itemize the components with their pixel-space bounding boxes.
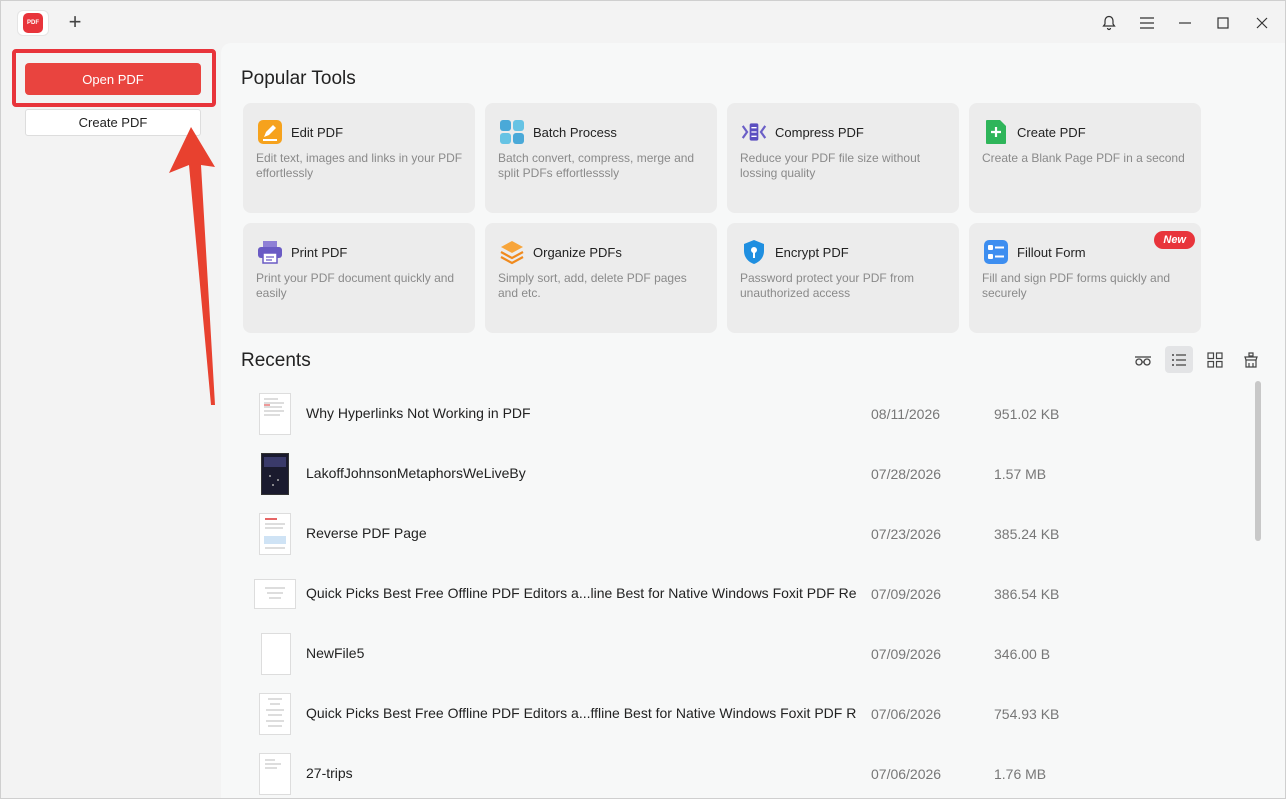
organize-icon <box>499 239 525 265</box>
tool-card-print-pdf[interactable]: Print PDF Print your PDF document quickl… <box>243 223 475 333</box>
recent-file-row[interactable]: Quick Picks Best Free Offline PDF Editor… <box>221 684 1251 744</box>
recent-file-row[interactable]: 27-trips 07/06/2026 1.76 MB <box>221 744 1251 798</box>
file-thumbnail <box>261 453 289 495</box>
new-tab-button[interactable]: + <box>65 11 85 33</box>
tool-card-organize-pdfs[interactable]: Organize PDFs Simply sort, add, delete P… <box>485 223 717 333</box>
file-date: 07/06/2026 <box>871 766 942 782</box>
recent-file-row[interactable]: Reverse PDF Page 07/23/2026 385.24 KB <box>221 504 1251 564</box>
form-icon <box>983 239 1009 265</box>
file-thumbnail <box>259 393 291 435</box>
pdf-logo-icon: PDF <box>23 13 43 33</box>
recent-file-row[interactable]: Quick Picks Best Free Offline PDF Editor… <box>221 564 1251 624</box>
tool-description: Fill and sign PDF forms quickly and secu… <box>982 271 1171 300</box>
file-name: LakoffJohnsonMetaphorsWeLiveBy <box>306 465 526 481</box>
encrypt-icon <box>741 239 767 265</box>
file-name: NewFile5 <box>306 645 365 661</box>
tool-card-create-pdf[interactable]: Create PDF Create a Blank Page PDF in a … <box>969 103 1201 213</box>
print-icon <box>257 239 283 265</box>
open-pdf-button[interactable]: Open PDF <box>25 63 201 95</box>
tool-description: Create a Blank Page PDF in a second <box>982 151 1185 165</box>
file-name: Quick Picks Best Free Offline PDF Editor… <box>306 585 856 601</box>
clear-recents-icon[interactable] <box>1237 346 1265 373</box>
file-name: Quick Picks Best Free Offline PDF Editor… <box>306 705 856 721</box>
tool-description: Edit text, images and links in your PDF … <box>256 151 463 180</box>
file-date: 07/28/2026 <box>871 466 942 482</box>
file-size: 951.02 KB <box>994 406 1060 422</box>
tool-card-edit-pdf[interactable]: Edit PDF Edit text, images and links in … <box>243 103 475 213</box>
glasses-view-icon[interactable] <box>1129 346 1157 373</box>
red-arrow-annotation <box>169 127 215 405</box>
tool-description: Password protect your PDF from unauthori… <box>740 271 915 300</box>
file-date: 07/06/2026 <box>871 706 942 722</box>
file-date: 08/11/2026 <box>871 406 941 422</box>
close-icon[interactable] <box>1251 12 1273 34</box>
new-badge: New <box>1154 231 1195 249</box>
file-date: 07/09/2026 <box>871 646 942 662</box>
tool-name: Encrypt PDF <box>775 245 849 260</box>
file-size: 346.00 B <box>994 646 1051 662</box>
tool-card-fillout-form[interactable]: Fillout Form Fill and sign PDF forms qui… <box>969 223 1201 333</box>
compress-icon <box>741 119 767 145</box>
file-thumbnail <box>259 753 291 795</box>
list-view-icon[interactable] <box>1165 346 1193 373</box>
tool-name: Create PDF <box>1017 125 1086 140</box>
recents-scrollbar[interactable] <box>1255 381 1261 541</box>
grid-view-icon[interactable] <box>1201 346 1229 373</box>
file-thumbnail <box>254 579 296 609</box>
batch-icon <box>499 119 525 145</box>
maximize-icon[interactable] <box>1212 12 1234 34</box>
app-window: PDF + Open PDF Create PDF Popular Tools <box>0 0 1286 799</box>
file-date: 07/23/2026 <box>871 526 942 542</box>
minimize-icon[interactable] <box>1174 12 1196 34</box>
create-icon <box>983 119 1009 145</box>
tool-name: Batch Process <box>533 125 617 140</box>
file-size: 754.93 KB <box>994 706 1060 722</box>
file-size: 385.24 KB <box>994 526 1060 542</box>
tool-description: Reduce your PDF file size without lossin… <box>740 151 921 180</box>
tool-description: Batch convert, compress, merge and split… <box>498 151 695 180</box>
recent-file-row[interactable]: LakoffJohnsonMetaphorsWeLiveBy 07/28/202… <box>221 444 1251 504</box>
file-thumbnail <box>261 633 291 675</box>
tool-name: Fillout Form <box>1017 245 1086 260</box>
main-panel: Popular Tools Edit PDF Edit text, images… <box>221 43 1285 798</box>
file-size: 386.54 KB <box>994 586 1060 602</box>
file-thumbnail <box>259 513 291 555</box>
recents-heading: Recents <box>241 350 311 371</box>
tool-name: Print PDF <box>291 245 348 260</box>
file-date: 07/09/2026 <box>871 586 942 602</box>
edit-icon <box>257 119 283 145</box>
app-logo[interactable]: PDF <box>17 10 49 36</box>
menu-icon[interactable] <box>1136 12 1158 34</box>
popular-tools-heading: Popular Tools <box>241 68 356 89</box>
recent-file-row[interactable]: NewFile5 07/09/2026 346.00 B <box>221 624 1251 684</box>
recent-file-row[interactable]: Why Hyperlinks Not Working in PDF 08/11/… <box>221 384 1251 444</box>
tool-card-batch-process[interactable]: Batch Process Batch convert, compress, m… <box>485 103 717 213</box>
tool-name: Compress PDF <box>775 125 864 140</box>
tool-name: Organize PDFs <box>533 245 622 260</box>
tool-description: Simply sort, add, delete PDF pages and e… <box>498 271 687 300</box>
file-size: 1.76 MB <box>994 766 1047 782</box>
file-name: 27-trips <box>306 765 353 781</box>
notification-bell-icon[interactable] <box>1098 12 1120 34</box>
file-thumbnail <box>259 693 291 735</box>
file-name: Why Hyperlinks Not Working in PDF <box>306 405 531 421</box>
tool-card-compress-pdf[interactable]: Compress PDF Reduce your PDF file size w… <box>727 103 959 213</box>
title-bar: PDF + <box>1 1 1285 43</box>
tool-name: Edit PDF <box>291 125 344 140</box>
tool-description: Print your PDF document quickly and easi… <box>256 271 455 300</box>
file-name: Reverse PDF Page <box>306 525 427 541</box>
tool-card-encrypt-pdf[interactable]: Encrypt PDF Password protect your PDF fr… <box>727 223 959 333</box>
file-size: 1.57 MB <box>994 466 1047 482</box>
